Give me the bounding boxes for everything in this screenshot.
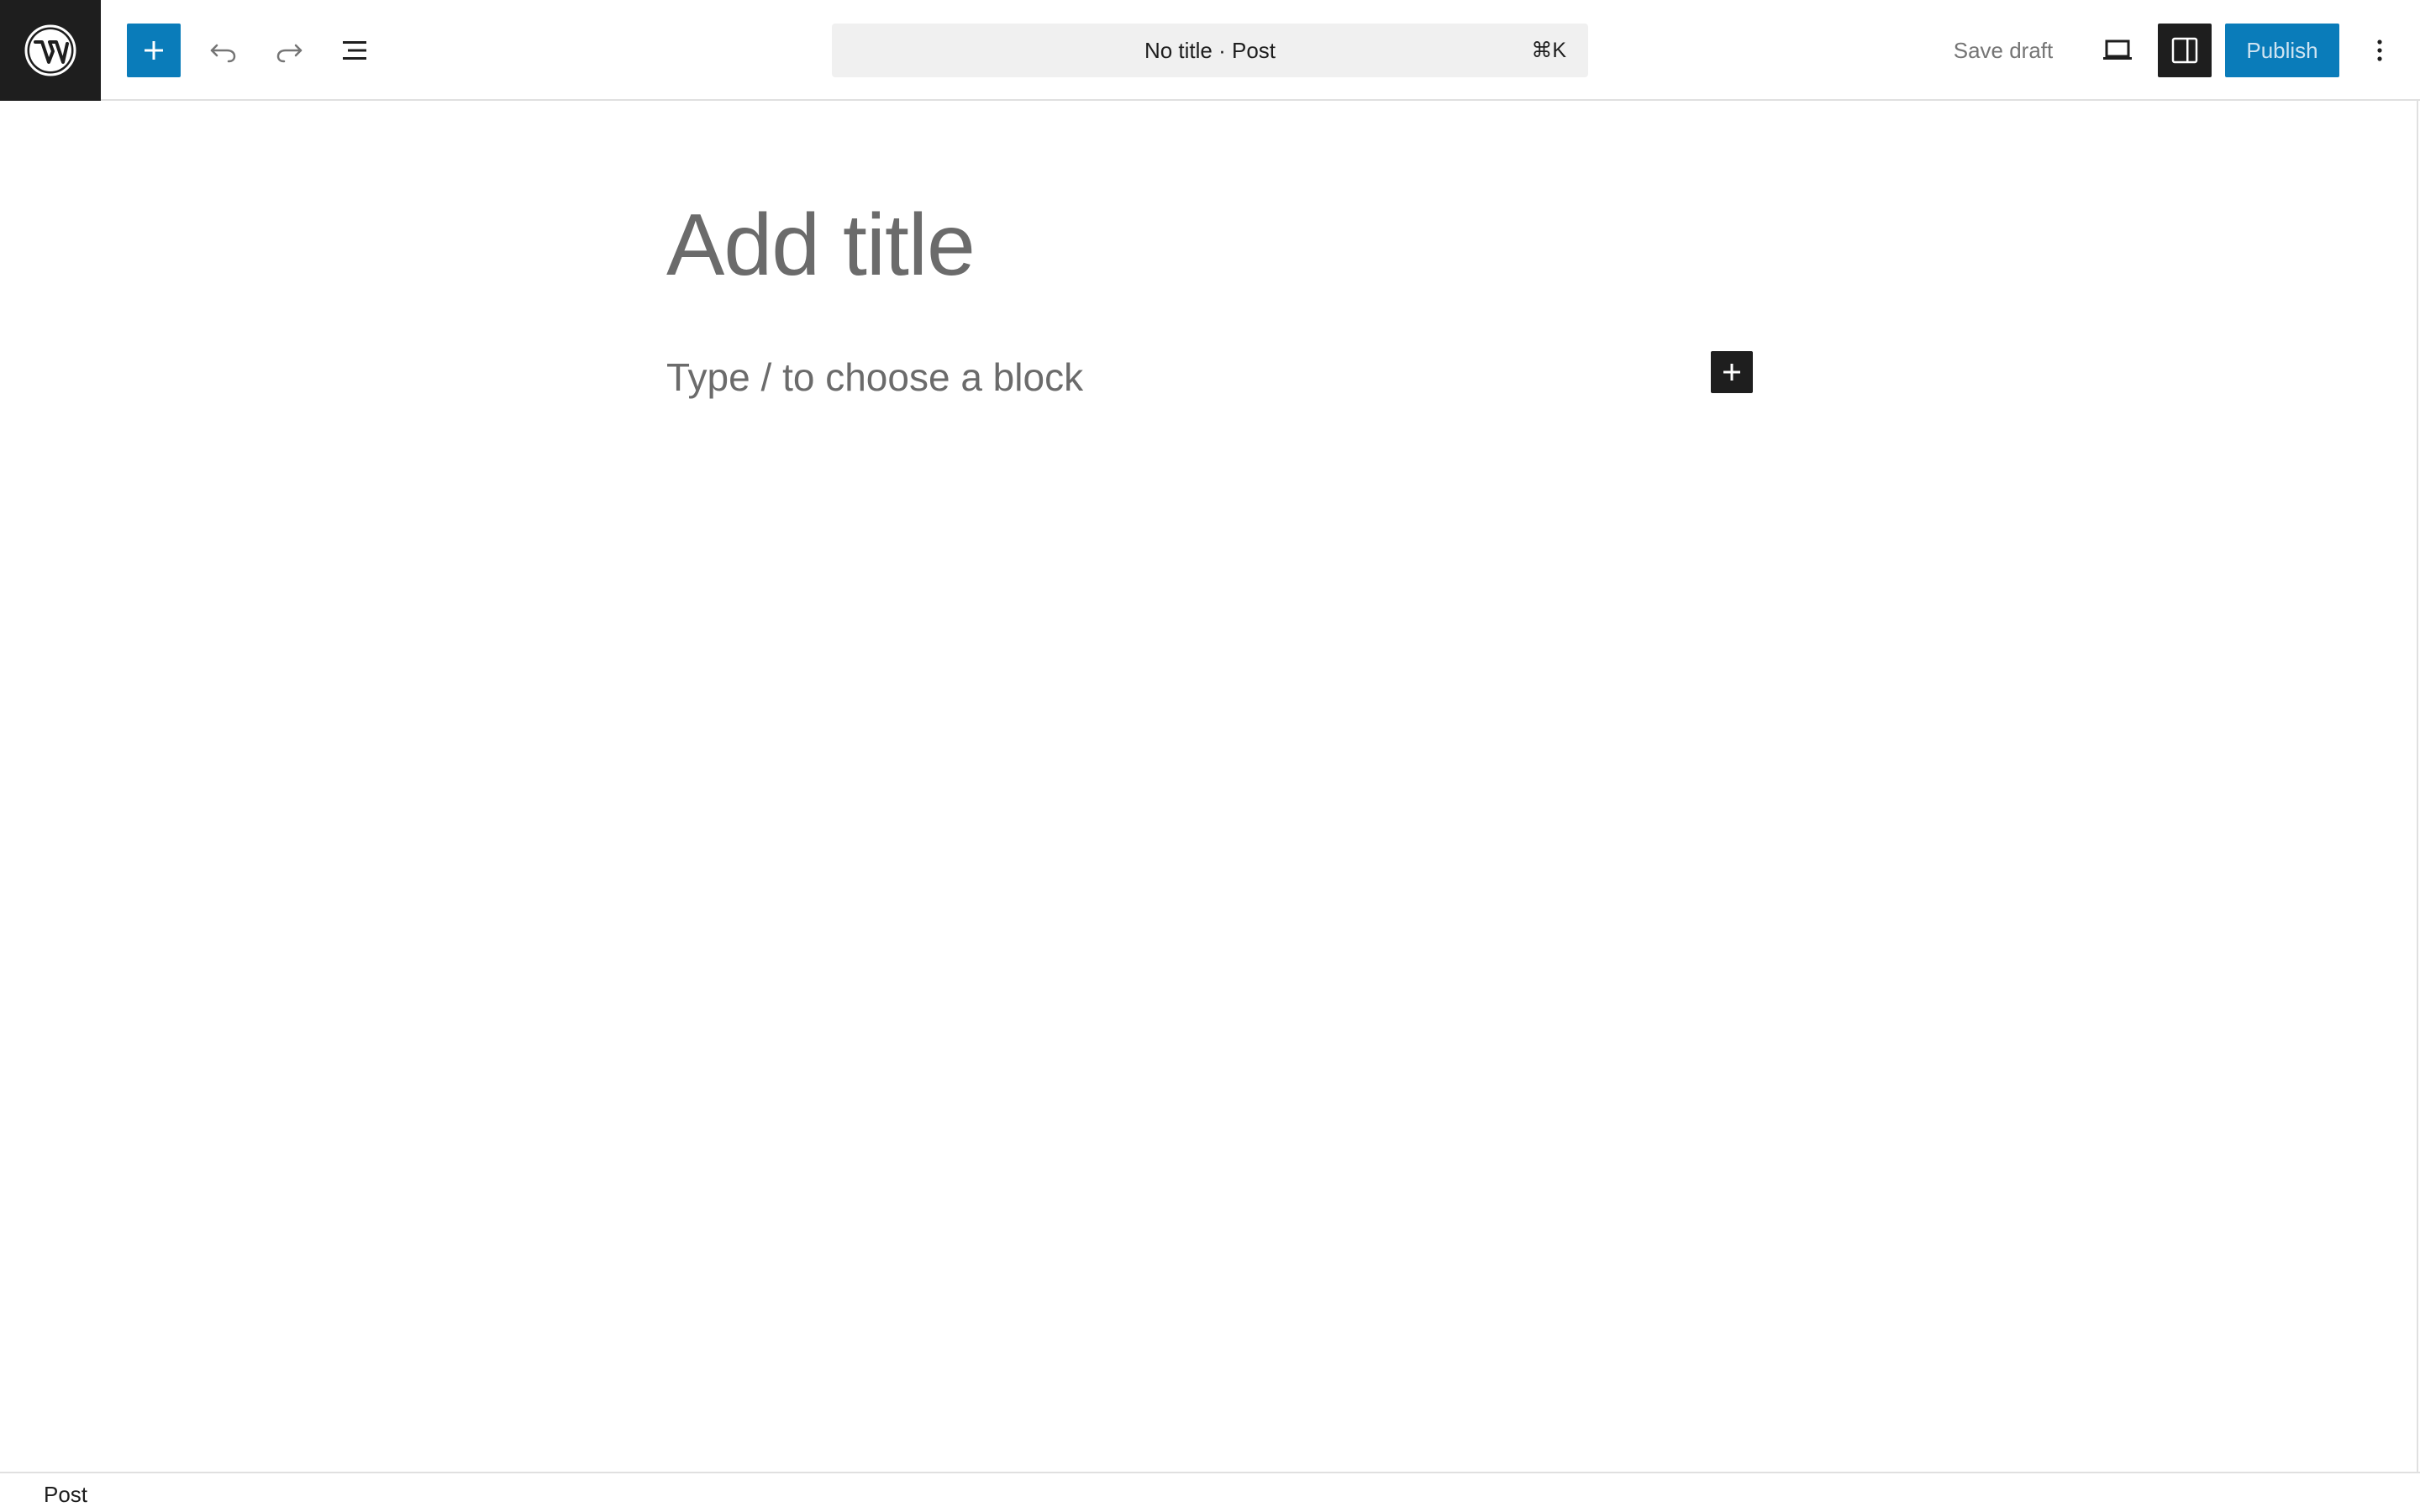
more-vertical-icon <box>2377 39 2382 61</box>
sidebar-icon <box>2171 37 2198 64</box>
post-title-input[interactable]: Add title <box>666 202 976 289</box>
plus-icon <box>145 41 163 60</box>
command-shortcut: ⌘K <box>1531 39 1566 62</box>
plus-icon <box>1723 364 1740 381</box>
default-block-appender[interactable]: Type / to choose a block <box>666 358 1083 396</box>
wordpress-logo-button[interactable] <box>0 0 101 101</box>
editor-header: No title · Post ⌘K Save draft Publish <box>0 0 2420 101</box>
document-overview-button[interactable] <box>329 24 383 77</box>
document-title: No title · Post <box>1144 37 1276 63</box>
editor-footer: Post <box>0 1472 2420 1512</box>
block-editor: No title · Post ⌘K Save draft Publish Ad… <box>0 0 2420 1512</box>
undo-button[interactable] <box>197 24 250 77</box>
options-button[interactable] <box>2353 24 2407 77</box>
laptop-icon <box>2103 39 2132 60</box>
command-palette-bar[interactable]: No title · Post ⌘K <box>832 24 1588 77</box>
redo-icon <box>276 44 302 63</box>
block-inserter-button[interactable] <box>1711 351 1753 393</box>
settings-sidebar-toggle[interactable] <box>2158 24 2212 77</box>
preview-button[interactable] <box>2091 24 2144 77</box>
block-inserter-toggle[interactable] <box>127 24 181 77</box>
publish-button[interactable]: Publish <box>2225 24 2339 77</box>
undo-icon <box>210 44 236 63</box>
save-draft-button[interactable]: Save draft <box>1933 24 2074 77</box>
block-breadcrumb[interactable]: Post <box>44 1482 87 1508</box>
redo-button[interactable] <box>262 24 316 77</box>
wordpress-logo-icon <box>24 24 76 76</box>
editor-canvas: Add title Type / to choose a block <box>0 101 2418 1472</box>
list-view-icon <box>343 41 366 60</box>
